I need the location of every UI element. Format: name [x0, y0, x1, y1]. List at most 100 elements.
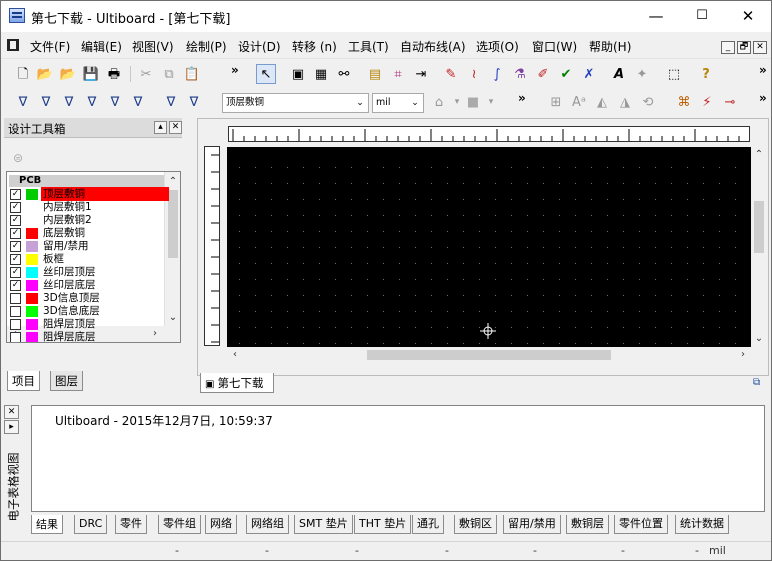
route-icon[interactable]: ≀	[464, 64, 484, 84]
help-icon[interactable]: ?	[696, 64, 716, 84]
scroll-thumb[interactable]	[367, 350, 611, 360]
mdi-minimize-button[interactable]: _	[721, 41, 735, 54]
output-tab[interactable]: 网络	[205, 515, 237, 534]
text-tool-icon[interactable]: A	[609, 64, 629, 84]
chip-icon[interactable]	[7, 39, 19, 51]
close-button[interactable]: ✕	[725, 1, 771, 31]
trace-icon[interactable]: ✎	[441, 64, 461, 84]
sheet-icon[interactable]: ⧉	[753, 377, 760, 388]
output-tab[interactable]: 零件	[115, 515, 147, 534]
component-icon[interactable]: ⌗	[388, 64, 408, 84]
bus-icon[interactable]: ⚗	[510, 64, 530, 84]
chevron-down-icon[interactable]: ▾	[481, 92, 501, 112]
toolbar-overflow-icon[interactable]: »	[231, 63, 239, 77]
canvas-vscroll[interactable]: ⌃ ⌄	[751, 147, 767, 347]
layer-color-swatch[interactable]	[26, 267, 38, 278]
menu-window[interactable]: 窗口(W)	[532, 38, 577, 55]
filter-all-icon[interactable]: ∇	[184, 92, 204, 112]
new-file-icon[interactable]: 🗋	[13, 64, 33, 84]
layer-row[interactable]: ✓ 内层敷铜2	[10, 214, 165, 227]
scroll-down-icon[interactable]: ⌄	[751, 331, 767, 347]
menu-help[interactable]: 帮助(H)	[589, 38, 631, 55]
layer-visibility-checkbox[interactable]	[10, 332, 21, 342]
layer-color-swatch[interactable]	[26, 228, 38, 239]
layer-color-swatch[interactable]	[26, 215, 38, 226]
drc-icon[interactable]: ✗	[579, 64, 599, 84]
menu-tools[interactable]: 工具(T)	[348, 38, 389, 55]
layer-color-swatch[interactable]	[26, 332, 38, 342]
scroll-thumb[interactable]	[168, 190, 178, 258]
output-tab[interactable]: 零件组	[158, 515, 201, 534]
follow-me-icon[interactable]: ∫	[487, 64, 507, 84]
flip-v-icon[interactable]: ◮	[615, 92, 635, 112]
autoroute-icon[interactable]: ⌘	[674, 92, 694, 112]
probe-icon[interactable]: ⊸	[720, 92, 740, 112]
document-tab[interactable]: ▣ 第七下载	[200, 373, 274, 393]
layer-visibility-checkbox[interactable]: ✓	[10, 280, 21, 291]
scroll-right-icon[interactable]: ›	[735, 347, 751, 363]
menu-autoroute[interactable]: 自动布线(A)	[400, 38, 466, 55]
unit-select[interactable]: mil ⌄	[372, 93, 424, 113]
panel-minimize-button[interactable]: ▴	[154, 121, 167, 134]
text-size-icon[interactable]: Aᵃ	[569, 92, 589, 112]
output-tab[interactable]: 结果	[31, 515, 63, 534]
toolbar-overflow-icon[interactable]: »	[518, 91, 526, 105]
filter-via-icon[interactable]: ∇	[59, 92, 79, 112]
layer-visibility-checkbox[interactable]	[10, 293, 21, 304]
print-icon[interactable]: 🖶	[104, 64, 124, 84]
tab-layers[interactable]: 图层	[50, 371, 83, 391]
filter-pad-icon[interactable]: ∇	[82, 92, 102, 112]
scroll-down-icon[interactable]: ⌄	[165, 310, 180, 326]
layer-color-swatch[interactable]	[26, 189, 38, 200]
layer-color-swatch[interactable]	[26, 254, 38, 265]
line-icon[interactable]: ✐	[533, 64, 553, 84]
layer-visibility-checkbox[interactable]: ✓	[10, 202, 21, 213]
cut-icon[interactable]: ✂	[136, 64, 156, 84]
output-tab[interactable]: DRC	[74, 515, 108, 534]
menu-file[interactable]: 文件(F)	[30, 38, 70, 55]
minimize-button[interactable]: —	[633, 1, 679, 31]
layer-color-swatch[interactable]	[26, 293, 38, 304]
layer-color-swatch[interactable]	[26, 241, 38, 252]
layer-visibility-checkbox[interactable]: ✓	[10, 189, 21, 200]
flip-h-icon[interactable]: ◭	[592, 92, 612, 112]
scroll-thumb[interactable]	[754, 201, 764, 253]
canvas-hscroll[interactable]: ‹ ›	[227, 347, 751, 363]
align-icon[interactable]: ⊞	[546, 92, 566, 112]
output-tab[interactable]: SMT 垫片	[294, 515, 353, 534]
view-design-icon[interactable]: ▣	[288, 64, 308, 84]
mdi-close-button[interactable]: ✕	[753, 41, 767, 54]
layer-row[interactable]: ✓ 留用/禁用	[10, 240, 165, 253]
output-tab[interactable]: 通孔	[412, 515, 444, 534]
panel-close-button[interactable]: ✕	[169, 121, 182, 134]
menu-design[interactable]: 设计(D)	[238, 38, 281, 55]
paste-icon[interactable]: 📋	[182, 64, 202, 84]
filter-trace-icon[interactable]: ∇	[36, 92, 56, 112]
layer-select[interactable]: 顶层敷铜 ⌄	[222, 93, 369, 113]
filter-text-icon[interactable]: ∇	[161, 92, 181, 112]
measure-icon[interactable]: ✦	[632, 64, 652, 84]
check-icon[interactable]: ✔	[556, 64, 576, 84]
tab-project[interactable]: 项目	[7, 371, 40, 391]
layer-color-swatch[interactable]	[26, 280, 38, 291]
filter-line-icon[interactable]: ∇	[128, 92, 148, 112]
layer-visibility-checkbox[interactable]: ✓	[10, 267, 21, 278]
connection-icon[interactable]: ⚯	[334, 64, 354, 84]
output-tab[interactable]: THT 垫片	[354, 515, 412, 534]
output-tab[interactable]: 敷铜区	[454, 515, 497, 534]
open-folder-icon[interactable]: 📂	[35, 64, 55, 84]
layer-visibility-checkbox[interactable]: ✓	[10, 254, 21, 265]
scroll-up-icon[interactable]: ⌃	[751, 147, 767, 163]
scroll-left-icon[interactable]: ‹	[227, 347, 243, 363]
layer-visibility-checkbox[interactable]: ✓	[10, 228, 21, 239]
output-tab[interactable]: 零件位置	[614, 515, 668, 534]
rotate-icon[interactable]: ⟲	[638, 92, 658, 112]
output-tab[interactable]: 敷铜层	[566, 515, 609, 534]
save-icon[interactable]: 💾	[81, 64, 101, 84]
copy-icon[interactable]: ⧉	[159, 64, 179, 84]
layer-visibility-checkbox[interactable]	[10, 306, 21, 317]
layer-color-swatch[interactable]	[26, 319, 38, 330]
grid-icon[interactable]: ▦	[311, 64, 331, 84]
menu-options[interactable]: 选项(O)	[476, 38, 519, 55]
rect-select-icon[interactable]: ⬚	[664, 64, 684, 84]
